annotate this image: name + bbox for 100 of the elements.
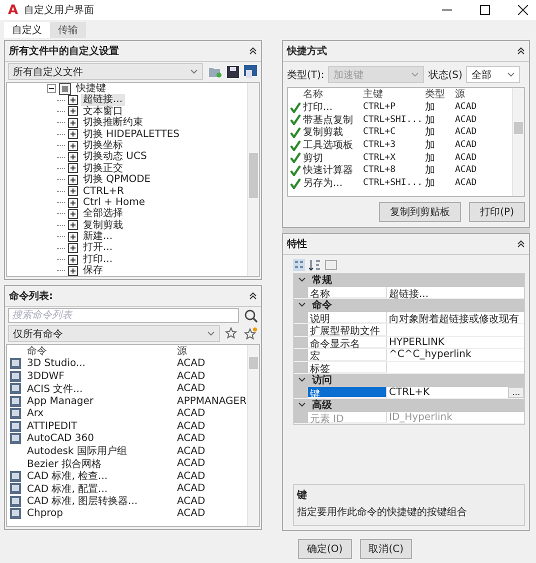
property-name[interactable]: 名称 <box>308 286 387 298</box>
maximize-icon[interactable] <box>480 5 490 15</box>
tree-item[interactable]: 全部选择 <box>81 208 125 220</box>
status-dropdown[interactable]: 全部 <box>466 66 520 83</box>
shortcut-name[interactable]: 快速计算器 <box>303 163 363 178</box>
command-name[interactable]: 3DDWF <box>23 370 177 382</box>
tree-item[interactable]: 保存 <box>81 265 105 276</box>
property-value[interactable]: HYPERLINK <box>389 336 444 348</box>
expand-box-icon[interactable] <box>68 106 78 116</box>
collapse-icon[interactable] <box>517 47 525 55</box>
panel-button[interactable]: 打印(P) <box>469 202 525 222</box>
filter-dropdown[interactable]: 仅所有命令 <box>8 325 220 342</box>
tree-item[interactable]: 复制剪栽 <box>81 220 125 232</box>
command-name[interactable]: ATTIPEDIT <box>23 420 177 432</box>
column-header[interactable]: 源 <box>455 88 512 102</box>
command-name[interactable]: App Manager <box>23 396 177 407</box>
expand-box-icon[interactable] <box>68 254 78 265</box>
tree-item[interactable]: 打开... <box>81 242 115 254</box>
command-name[interactable]: CAD 标准, 配置... <box>23 482 177 496</box>
search-field[interactable]: 搜索命令列表 <box>8 308 239 323</box>
dialog-button[interactable]: 取消(C) <box>360 539 412 559</box>
property-name[interactable]: 键 <box>308 386 387 398</box>
property-value[interactable]: ^C^C_hyperlink <box>389 349 472 360</box>
collapse-icon[interactable] <box>249 292 257 300</box>
property-value[interactable]: CTRL+K <box>389 386 430 398</box>
new-star-icon[interactable] <box>244 327 258 340</box>
expand-box-icon[interactable] <box>68 243 78 254</box>
scrollbar[interactable] <box>247 345 259 526</box>
property-name[interactable]: 命令显示名 <box>308 336 387 348</box>
expand-box-icon[interactable] <box>68 198 78 208</box>
tree-item[interactable]: 文本窗口 <box>81 106 125 118</box>
chevron-icon[interactable] <box>298 277 306 284</box>
tree-item[interactable]: 切换正交 <box>81 162 125 174</box>
shortcut-name[interactable]: 复制剪裁 <box>303 125 363 140</box>
folder-open-icon[interactable] <box>208 66 222 78</box>
tree-item[interactable]: 切换推断约束 <box>81 117 145 129</box>
tree-item[interactable]: 打印... <box>81 254 115 266</box>
tree-item[interactable]: 切换 QPMODE <box>81 174 153 186</box>
categorized-icon[interactable] <box>293 259 305 271</box>
tree-item[interactable]: 切换 HIDEPALETTES <box>81 128 182 140</box>
tree-item[interactable]: 切换坐标 <box>81 140 125 152</box>
command-name[interactable]: Bezier 拟合网格 <box>23 456 177 471</box>
expand-box-icon[interactable] <box>68 163 78 174</box>
shortcut-name[interactable]: 带基点复制 <box>303 112 363 127</box>
expand-box-icon[interactable] <box>68 266 78 276</box>
property-name[interactable]: 标签 <box>308 362 387 373</box>
tree-item[interactable]: 新建... <box>81 231 115 242</box>
expand-box-icon[interactable] <box>68 220 78 230</box>
column-header[interactable]: 源 <box>177 345 247 358</box>
star-search-icon[interactable] <box>225 327 239 340</box>
command-name[interactable]: Chprop <box>23 508 177 520</box>
property-name[interactable]: 宏 <box>308 349 387 360</box>
save-as-icon[interactable] <box>244 65 258 78</box>
property-value[interactable]: 向对象附着超链接或修改现有 <box>389 312 519 323</box>
shortcut-name[interactable]: 剪切 <box>303 150 363 165</box>
property-value[interactable]: 超链接... <box>389 286 429 298</box>
property-name[interactable]: 扩展型帮助文件 <box>308 324 387 336</box>
collapse-icon[interactable] <box>249 47 257 55</box>
file-dropdown[interactable]: 所有自定义文件 <box>8 63 203 80</box>
expand-box-icon[interactable] <box>68 152 78 162</box>
expand-box-icon[interactable] <box>68 174 78 185</box>
tab[interactable]: 传输 <box>50 22 86 38</box>
tree-item[interactable]: CTRL+R <box>81 186 126 197</box>
column-header[interactable]: 类型 <box>425 88 455 102</box>
collapse-toggle-icon[interactable] <box>47 84 56 94</box>
command-name[interactable]: 3D Studio... <box>23 358 177 370</box>
expand-box-icon[interactable] <box>68 129 78 140</box>
chevron-icon[interactable] <box>298 302 306 308</box>
expand-box-icon[interactable] <box>68 140 78 151</box>
collapse-icon[interactable] <box>517 240 525 248</box>
tree-item[interactable]: Ctrl + Home <box>81 196 148 208</box>
shortcut-name[interactable]: 打印... <box>303 100 363 114</box>
command-name[interactable]: Autodesk 国际用户组 <box>23 444 177 458</box>
dialog-button[interactable]: 确定(O) <box>298 539 352 559</box>
expand-box-icon[interactable] <box>68 95 78 106</box>
sort-az-icon[interactable] <box>309 259 321 271</box>
chevron-icon[interactable] <box>298 377 306 384</box>
browse-button[interactable]: ... <box>508 386 524 398</box>
scrollbar[interactable] <box>512 88 524 196</box>
shortcut-name[interactable]: 另存为... <box>303 176 363 190</box>
expand-box-icon[interactable] <box>68 118 78 128</box>
expand-box-icon[interactable] <box>68 232 78 242</box>
column-header[interactable]: 名称 <box>303 88 363 102</box>
tree-item[interactable]: 快捷键 <box>74 83 108 94</box>
column-header[interactable]: 主键 <box>363 88 425 102</box>
tree-item[interactable]: 超链接... <box>81 94 125 106</box>
command-name[interactable]: AutoCAD 360 <box>23 433 177 444</box>
command-name[interactable]: CAD 标准, 图层转换器... <box>23 494 177 508</box>
chevron-icon[interactable] <box>298 402 306 408</box>
column-header[interactable]: 命令 <box>23 345 177 358</box>
command-name[interactable]: CAD 标准, 检查... <box>23 469 177 484</box>
shortcut-name[interactable]: 工具选项板 <box>303 138 363 152</box>
panel-button[interactable]: 复制到剪贴板 <box>379 202 462 222</box>
tree-item[interactable]: 切换动态 UCS <box>81 151 149 163</box>
search-icon[interactable] <box>244 308 258 322</box>
command-name[interactable]: ACIS 文件... <box>23 382 177 396</box>
tab[interactable]: 自定义 <box>4 22 50 38</box>
close-icon[interactable] <box>518 5 528 15</box>
expand-box-icon[interactable] <box>68 186 78 196</box>
save-icon[interactable] <box>227 66 239 78</box>
